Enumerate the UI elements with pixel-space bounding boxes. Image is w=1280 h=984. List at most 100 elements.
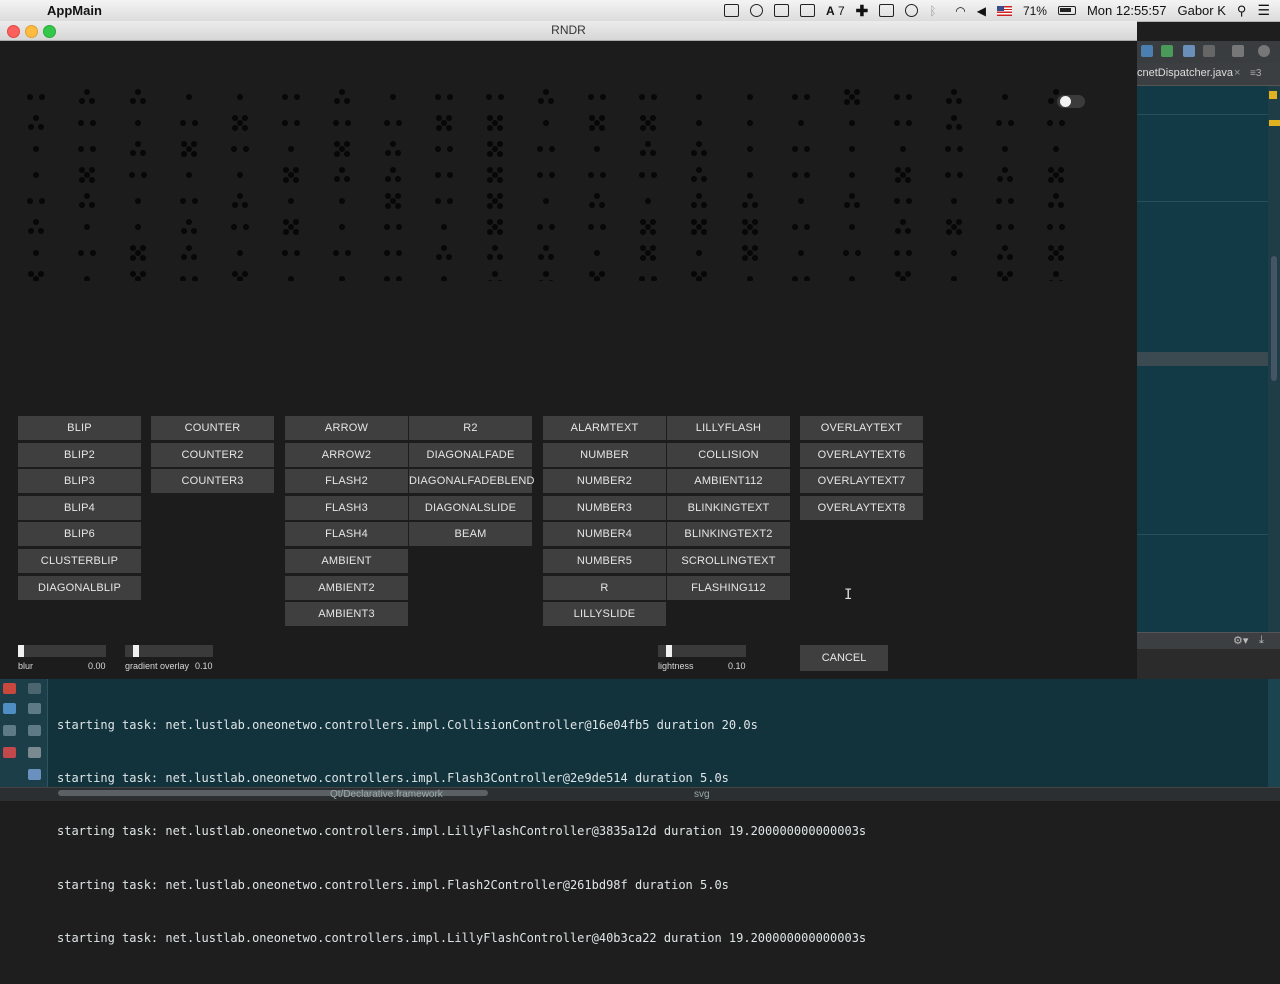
effect-button-diagonalfade[interactable]: DIAGONALFADE: [409, 442, 532, 467]
effect-button-ambient3[interactable]: AMBIENT3: [285, 602, 408, 627]
console-output[interactable]: starting task: net.lustlab.oneonetwo.con…: [57, 681, 866, 984]
cancel-button[interactable]: CANCEL: [800, 645, 888, 671]
warning-marker[interactable]: [1269, 120, 1280, 126]
effect-button-blip6[interactable]: BLIP6: [18, 522, 141, 547]
hide-panel-icon[interactable]: ⤓: [1259, 634, 1264, 647]
close-tab-icon[interactable]: ×: [1234, 67, 1240, 79]
structure-icon[interactable]: [1232, 45, 1244, 57]
effect-button-blip[interactable]: BLIP: [18, 416, 141, 440]
effect-button-scrollingtext[interactable]: SCROLLINGTEXT: [667, 548, 790, 573]
pixel-dot: [1053, 250, 1059, 256]
wrap-icon[interactable]: [28, 703, 41, 714]
window-titlebar[interactable]: RNDR: [0, 21, 1137, 41]
slider-thumb[interactable]: [133, 645, 139, 657]
pixel-dot: [294, 250, 300, 256]
spotlight-search-icon[interactable]: ⚲: [1237, 3, 1247, 19]
effect-button-lillyslide[interactable]: LILLYSLIDE: [543, 602, 666, 627]
effect-button-diagonalslide[interactable]: DIAGONALSLIDE: [409, 495, 532, 520]
link-icon[interactable]: [723, 4, 739, 17]
effect-button-blip4[interactable]: BLIP4: [18, 495, 141, 520]
calendar-icon[interactable]: [773, 4, 789, 17]
vcs-update-icon[interactable]: [1141, 45, 1153, 57]
volume-icon[interactable]: ◀: [977, 4, 986, 18]
effect-button-flash2[interactable]: FLASH2: [285, 469, 408, 494]
preview-toggle[interactable]: [1057, 95, 1085, 108]
battery-percent[interactable]: 71%: [1023, 4, 1047, 18]
pause-icon[interactable]: [3, 703, 16, 714]
camera-icon[interactable]: [3, 725, 16, 736]
effect-button-alarmtext[interactable]: ALARMTEXT: [543, 416, 666, 440]
plus-icon[interactable]: ✚: [856, 2, 869, 20]
vcs-commit-icon[interactable]: [1161, 45, 1173, 57]
effect-button-ambient2[interactable]: AMBIENT2: [285, 575, 408, 600]
editor-tab-dispatcher[interactable]: cnetDispatcher.java: [1137, 67, 1233, 79]
effect-button-overlaytext8[interactable]: OVERLAYTEXT8: [800, 495, 923, 520]
effect-button-collision[interactable]: COLLISION: [667, 442, 790, 467]
stop-icon[interactable]: [3, 683, 16, 694]
editor-scrollbar-thumb[interactable]: [1271, 256, 1277, 381]
effect-button-clusterblip[interactable]: CLUSTERBLIP: [18, 548, 141, 573]
search-icon[interactable]: [1258, 45, 1270, 57]
effect-button-ambient[interactable]: AMBIENT: [285, 548, 408, 573]
effect-button-number5[interactable]: NUMBER5: [543, 548, 666, 573]
console-scrollbar[interactable]: [1268, 679, 1280, 787]
effect-button-r2[interactable]: R2: [409, 416, 532, 440]
print-icon[interactable]: [28, 747, 41, 758]
time-machine-icon[interactable]: [905, 4, 919, 17]
history-icon[interactable]: [1183, 45, 1195, 57]
code-editor[interactable]: [1137, 86, 1268, 636]
slider-track[interactable]: [18, 645, 106, 657]
app-menu-name[interactable]: AppMain: [47, 3, 102, 18]
tab-list-menu[interactable]: ≡3: [1250, 68, 1261, 79]
trash-icon[interactable]: [28, 769, 41, 780]
us-flag-input-icon[interactable]: [996, 5, 1012, 16]
effect-button-arrow[interactable]: ARROW: [285, 416, 408, 440]
glasses-icon[interactable]: [749, 4, 763, 17]
effect-button-ambient112[interactable]: AMBIENT112: [667, 469, 790, 494]
settings-gear-icon[interactable]: ⚙▾: [1233, 634, 1248, 647]
pixel-dot: [894, 94, 900, 100]
effect-button-overlaytext6[interactable]: OVERLAYTEXT6: [800, 442, 923, 467]
effect-button-flash3[interactable]: FLASH3: [285, 495, 408, 520]
effect-button-flashing112[interactable]: FLASHING112: [667, 575, 790, 600]
effect-button-beam[interactable]: BEAM: [409, 522, 532, 547]
effect-button-arrow2[interactable]: ARROW2: [285, 442, 408, 467]
effect-button-blip3[interactable]: BLIP3: [18, 469, 141, 494]
scroll-down-icon[interactable]: [28, 683, 41, 694]
effect-button-counter3[interactable]: COUNTER3: [151, 469, 274, 494]
effect-button-counter2[interactable]: COUNTER2: [151, 442, 274, 467]
exit-icon[interactable]: [3, 747, 16, 758]
effect-button-diagonalblip[interactable]: DIAGONALBLIP: [18, 575, 141, 600]
font-badge[interactable]: A 7: [826, 4, 845, 18]
slider-thumb[interactable]: [18, 645, 24, 657]
effect-button-number3[interactable]: NUMBER3: [543, 495, 666, 520]
effect-button-number[interactable]: NUMBER: [543, 442, 666, 467]
editor-error-stripe[interactable]: [1268, 86, 1280, 636]
effect-button-blinkingtext[interactable]: BLINKINGTEXT: [667, 495, 790, 520]
layout-icon[interactable]: [28, 725, 41, 736]
warning-marker[interactable]: [1269, 91, 1277, 99]
effect-button-overlaytext7[interactable]: OVERLAYTEXT7: [800, 469, 923, 494]
effect-button-r[interactable]: R: [543, 575, 666, 600]
airplay-icon[interactable]: [879, 4, 895, 17]
bluetooth-icon[interactable]: ᛒ: [929, 4, 944, 18]
effect-button-counter[interactable]: COUNTER: [151, 416, 274, 440]
grid-icon[interactable]: [799, 4, 815, 17]
pixel-dot: [140, 255, 146, 261]
undo-icon[interactable]: [1203, 45, 1215, 57]
effect-button-blinkingtext2[interactable]: BLINKINGTEXT2: [667, 522, 790, 547]
effect-button-number2[interactable]: NUMBER2: [543, 469, 666, 494]
slider-thumb[interactable]: [666, 645, 672, 657]
effect-button-flash4[interactable]: FLASH4: [285, 522, 408, 547]
effect-button-blip2[interactable]: BLIP2: [18, 442, 141, 467]
pixel-dot: [135, 198, 141, 204]
effect-button-diagonalfadeblend[interactable]: DIAGONALFADEBLEND: [409, 469, 534, 494]
effect-button-overlaytext[interactable]: OVERLAYTEXT: [800, 416, 923, 440]
wifi-icon[interactable]: ◠: [955, 4, 965, 18]
user-name[interactable]: Gabor K: [1177, 3, 1225, 18]
battery-icon[interactable]: [1057, 6, 1076, 15]
notification-center-icon[interactable]: ☰: [1257, 2, 1270, 19]
effect-button-number4[interactable]: NUMBER4: [543, 522, 666, 547]
clock[interactable]: Mon 12:55:57: [1087, 3, 1167, 18]
effect-button-lillyflash[interactable]: LILLYFLASH: [667, 416, 790, 440]
